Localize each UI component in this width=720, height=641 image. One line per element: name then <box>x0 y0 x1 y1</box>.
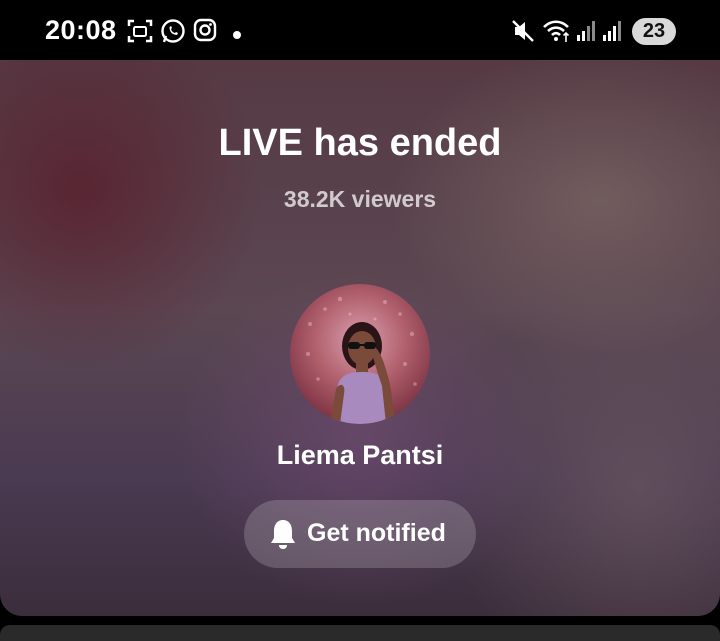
viewer-count: 38.2K viewers <box>283 186 437 212</box>
battery-indicator: 23 <box>632 18 676 45</box>
status-time: 20:08 <box>45 15 117 45</box>
wifi-icon <box>542 18 572 49</box>
signal-icon <box>576 18 598 49</box>
signal-icon <box>602 18 624 49</box>
bell-icon <box>268 518 298 550</box>
screenshot-icon <box>126 18 154 49</box>
live-ended-title: LIVE has ended <box>218 122 502 164</box>
mute-icon <box>511 18 535 49</box>
live-ended-card: LIVE has ended 38.2K viewers Liema Pants… <box>0 60 720 616</box>
host-name: Liema Pantsi <box>276 440 444 470</box>
notification-dot-icon <box>232 27 242 45</box>
bottom-sheet-edge <box>0 625 720 641</box>
avatar[interactable] <box>290 284 430 424</box>
instagram-icon <box>193 18 217 47</box>
status-bar: 20:08 23 <box>0 0 720 60</box>
whatsapp-icon <box>160 18 186 49</box>
get-notified-label: Get notified <box>307 519 446 547</box>
get-notified-button[interactable]: Get notified <box>244 500 476 568</box>
